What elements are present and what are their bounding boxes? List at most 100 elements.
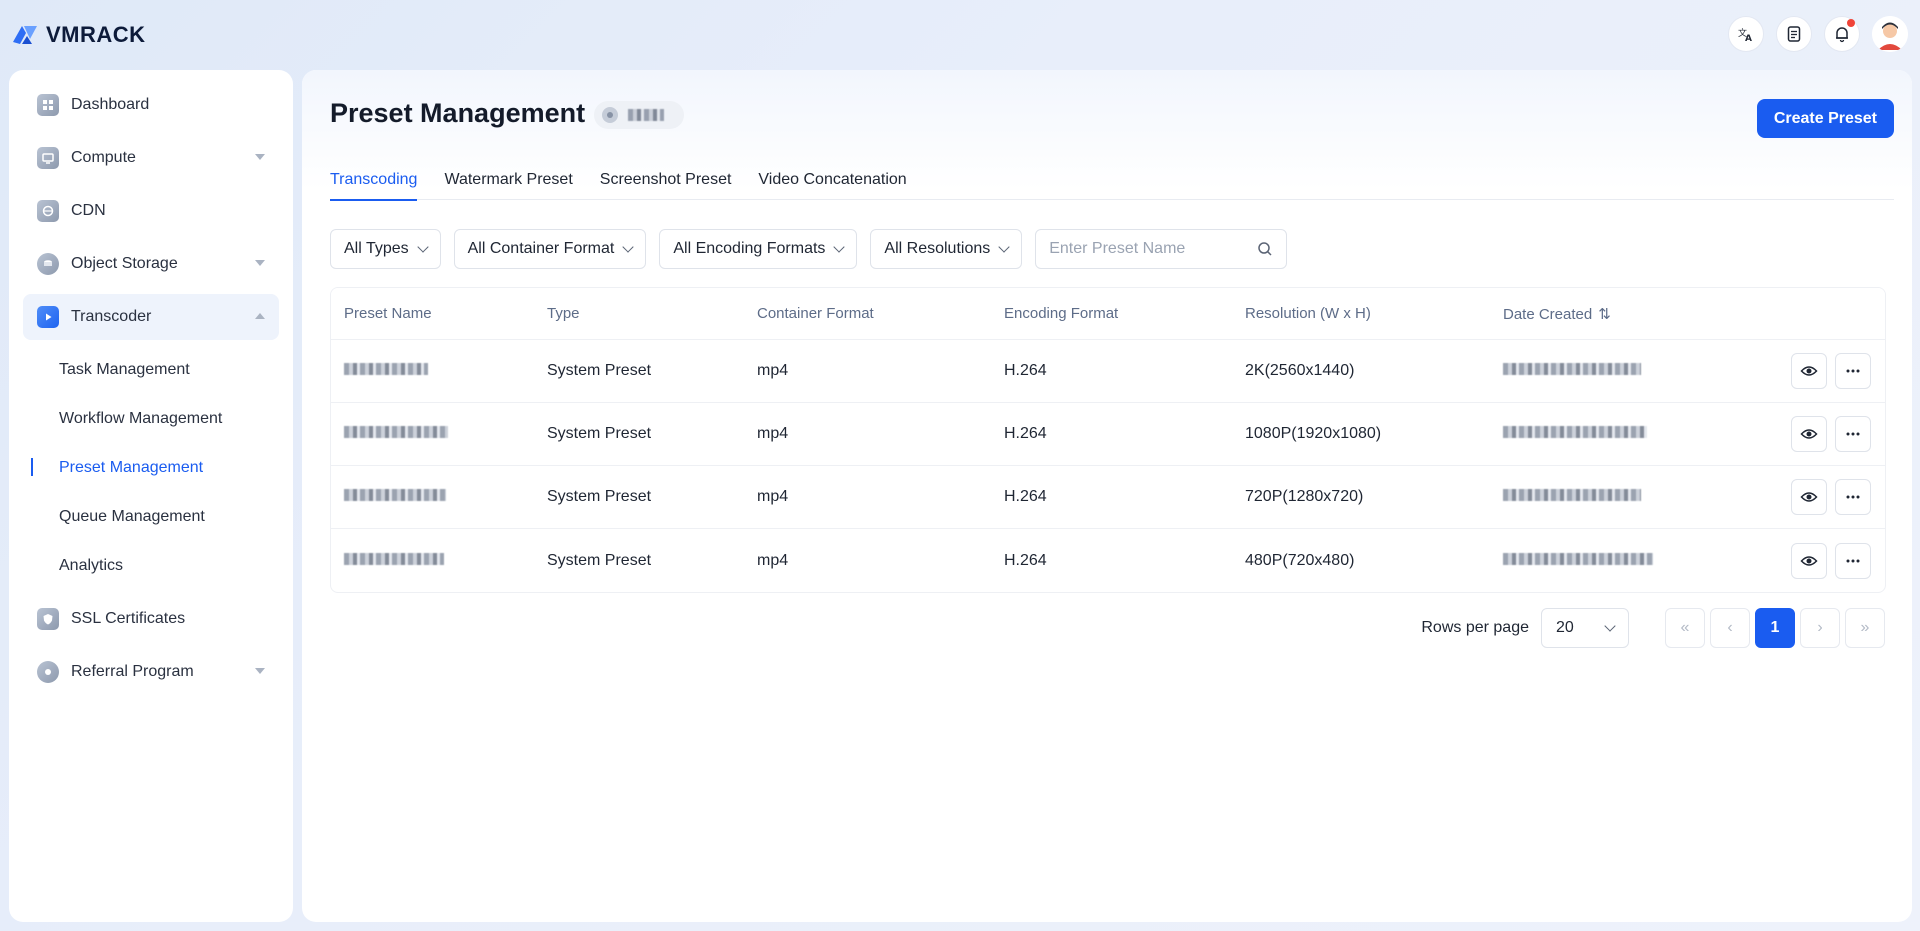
table-row: System Preset mp4 H.264 1080P(1920x1080) <box>331 403 1885 466</box>
encoding-filter-value: All Encoding Formats <box>673 240 826 257</box>
more-button[interactable] <box>1835 353 1871 389</box>
cell-container: mp4 <box>757 425 789 442</box>
rows-per-page-select[interactable]: 20 <box>1541 608 1629 648</box>
create-preset-button[interactable]: Create Preset <box>1756 99 1894 138</box>
encoding-format-filter[interactable]: All Encoding Formats <box>659 229 858 269</box>
compute-icon <box>37 147 59 169</box>
tab-transcoding[interactable]: Transcoding <box>330 168 418 201</box>
main-panel: Preset Management Create Preset Transcod… <box>302 70 1912 922</box>
submenu-queue-management[interactable]: Queue Management <box>59 492 279 541</box>
chevron-up-icon <box>255 313 265 319</box>
table-row: System Preset mp4 H.264 720P(1280x720) <box>331 466 1885 529</box>
header-container-format: Container Format <box>757 305 874 322</box>
sidebar-item-transcoder[interactable]: Transcoder <box>23 294 279 340</box>
transcoder-submenu: Task Management Workflow Management Pres… <box>23 345 279 590</box>
translate-icon: 文A <box>1738 27 1752 43</box>
header-encoding-format: Encoding Format <box>1004 305 1119 322</box>
search-icon[interactable] <box>1257 241 1273 257</box>
chevron-left-icon: ‹ <box>1727 619 1733 636</box>
view-button[interactable] <box>1791 416 1827 452</box>
location-icon <box>602 107 618 123</box>
submenu-task-management[interactable]: Task Management <box>59 345 279 394</box>
sidebar-item-ssl-certificates[interactable]: SSL Certificates <box>23 596 279 642</box>
more-button[interactable] <box>1835 542 1871 579</box>
first-page-button[interactable]: « <box>1665 608 1705 648</box>
more-button[interactable] <box>1835 416 1871 452</box>
notification-dot <box>1847 19 1855 27</box>
sort-icon[interactable]: ⇅ <box>1598 305 1611 323</box>
cell-container: mp4 <box>757 362 789 379</box>
cell-resolution: 720P(1280x720) <box>1245 488 1364 505</box>
search-placeholder: Enter Preset Name <box>1049 240 1186 257</box>
sidebar-item-referral-program[interactable]: Referral Program <box>23 649 279 695</box>
page-1-button[interactable]: 1 <box>1755 608 1795 648</box>
submenu-preset-management[interactable]: Preset Management <box>31 443 279 492</box>
cell-container: mp4 <box>757 488 789 505</box>
document-icon <box>1787 26 1801 42</box>
view-button[interactable] <box>1791 353 1827 389</box>
preset-search-input[interactable]: Enter Preset Name <box>1035 229 1288 269</box>
sidebar-item-compute[interactable]: Compute <box>23 135 279 181</box>
more-button[interactable] <box>1835 479 1871 515</box>
cell-encoding: H.264 <box>1004 488 1047 505</box>
dashboard-icon <box>37 94 59 116</box>
cell-encoding: H.264 <box>1004 362 1047 379</box>
notifications-button[interactable] <box>1824 16 1860 52</box>
tab-screenshot-preset[interactable]: Screenshot Preset <box>600 168 732 200</box>
cdn-icon <box>37 200 59 222</box>
language-button[interactable]: 文A <box>1728 16 1764 52</box>
preset-name-redacted <box>331 488 547 506</box>
header-date-created[interactable]: Date Created ⇅ <box>1503 305 1783 323</box>
sidebar: Dashboard Compute CDN Object Storage Tra… <box>9 70 293 922</box>
type-filter[interactable]: All Types <box>330 229 441 269</box>
date-created-redacted <box>1503 425 1783 443</box>
sidebar-item-label: Object Storage <box>71 255 178 272</box>
filter-bar: All Types All Container Format All Encod… <box>330 229 1288 269</box>
svg-text:A: A <box>1745 34 1752 43</box>
pagination: Rows per page 20 « ‹ 1 › » <box>1421 608 1890 648</box>
eye-icon <box>1800 429 1818 439</box>
submenu-analytics[interactable]: Analytics <box>59 541 279 590</box>
chevron-down-icon <box>1604 620 1616 632</box>
chevron-down-icon <box>416 241 429 253</box>
user-avatar[interactable] <box>1872 16 1908 52</box>
view-button[interactable] <box>1791 479 1827 515</box>
eye-icon <box>1800 555 1818 566</box>
cell-type: System Preset <box>547 488 652 505</box>
chevron-down-icon <box>622 241 635 253</box>
resolution-filter[interactable]: All Resolutions <box>870 229 1023 269</box>
table-header: Preset Name Type Container Format Encodi… <box>331 288 1885 340</box>
last-page-button[interactable]: » <box>1845 608 1885 648</box>
more-icon <box>1846 495 1860 499</box>
table-row: System Preset mp4 H.264 2K(2560x1440) <box>331 340 1885 403</box>
date-created-redacted <box>1503 552 1783 570</box>
sidebar-item-dashboard[interactable]: Dashboard <box>23 82 279 128</box>
region-badge[interactable] <box>594 101 684 129</box>
sidebar-item-cdn[interactable]: CDN <box>23 188 279 234</box>
view-button[interactable] <box>1791 542 1827 579</box>
submenu-workflow-management[interactable]: Workflow Management <box>59 394 279 443</box>
tab-watermark-preset[interactable]: Watermark Preset <box>444 168 572 200</box>
prev-page-button[interactable]: ‹ <box>1710 608 1750 648</box>
chevron-down-icon <box>255 260 265 266</box>
tab-video-concatenation[interactable]: Video Concatenation <box>758 168 906 200</box>
cell-resolution: 480P(720x480) <box>1245 551 1355 569</box>
top-bar: VMRACK 文A <box>0 0 1920 70</box>
date-created-redacted <box>1503 488 1783 506</box>
eye-icon <box>1800 492 1818 502</box>
next-page-button[interactable]: › <box>1800 608 1840 648</box>
resolution-filter-value: All Resolutions <box>884 240 991 257</box>
container-format-filter[interactable]: All Container Format <box>453 229 647 269</box>
more-icon <box>1846 559 1860 562</box>
header-date-created-label: Date Created <box>1503 305 1593 323</box>
chevron-down-icon <box>998 241 1010 253</box>
sidebar-item-label: Transcoder <box>71 308 152 325</box>
referral-icon <box>37 661 59 683</box>
more-icon <box>1846 369 1860 373</box>
cell-encoding: H.264 <box>1004 551 1047 569</box>
sidebar-item-object-storage[interactable]: Object Storage <box>23 241 279 287</box>
brand-logo[interactable]: VMRACK <box>10 20 146 50</box>
preset-name-redacted <box>331 362 547 380</box>
sidebar-item-label: CDN <box>71 202 106 219</box>
documents-button[interactable] <box>1776 16 1812 52</box>
